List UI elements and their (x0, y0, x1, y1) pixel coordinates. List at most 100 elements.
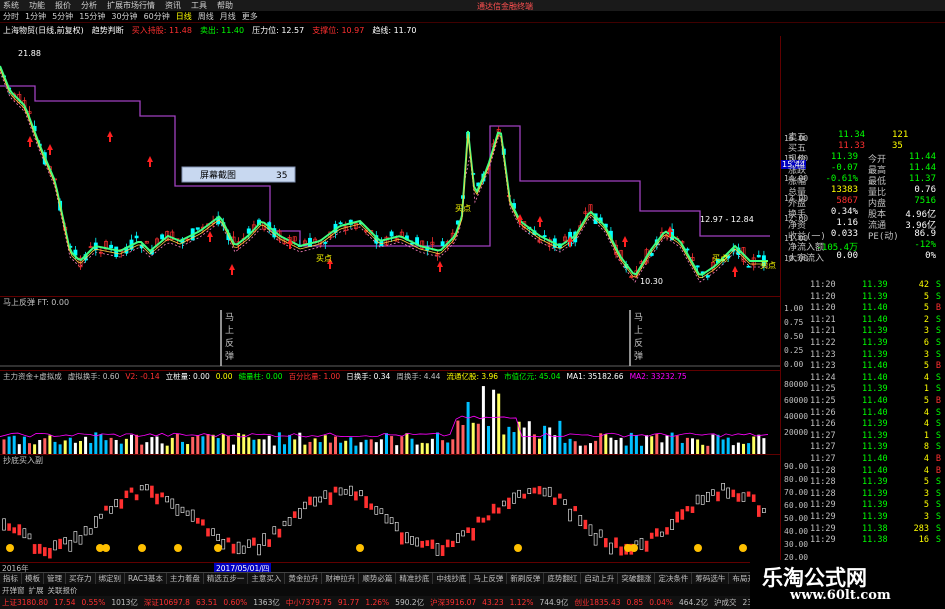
tick-time: 11:21 (810, 326, 836, 337)
indicator-tab[interactable]: 指标 (0, 573, 22, 584)
indicator-tab[interactable]: 主力着盘 (167, 573, 204, 584)
period-tab[interactable]: 日线 (176, 11, 192, 22)
volume-bar (293, 439, 297, 454)
tick-row: 11:29 11.38 283 S (780, 524, 945, 535)
oscillator-bar (450, 540, 455, 548)
volume-bar (73, 442, 77, 454)
indicator-tab[interactable]: 精选五步一 (204, 573, 249, 584)
period-tab[interactable]: 分时 (3, 11, 19, 22)
volume-bar (492, 389, 496, 454)
period-tab[interactable]: 30分钟 (111, 11, 137, 22)
volume-ma-line (0, 415, 769, 438)
indicator-tab[interactable]: 精准抄底 (396, 573, 434, 584)
period-tab[interactable]: 5分钟 (52, 11, 73, 22)
low-price-label: 10.30 (640, 277, 663, 286)
indicator-tab[interactable]: 筹码选牛 (692, 573, 730, 584)
indicator-tab[interactable]: 管理 (44, 573, 66, 584)
period-tab[interactable]: 1分钟 (25, 11, 46, 22)
volume-bar (99, 434, 103, 454)
tick-time: 11:28 (810, 465, 836, 476)
indicator-tab[interactable]: 绑定别 (96, 573, 125, 584)
volume-bar (670, 432, 674, 454)
volume-bar (344, 440, 348, 454)
date-axis: 2016年 2017/05/01/四 (0, 562, 780, 574)
oscillator-bar (37, 543, 42, 554)
oscillator-bar (705, 491, 710, 502)
volume-bar (385, 433, 388, 454)
volume-bar (48, 435, 52, 454)
indicator-tab[interactable]: 底势翻红 (544, 573, 582, 584)
sub-toolbar-item[interactable]: 开弹窗 (2, 585, 25, 596)
indicator-tab[interactable]: 马上反弹 (470, 573, 508, 584)
volume-bar (267, 435, 271, 454)
menu-item[interactable]: 报价 (55, 0, 71, 11)
oscillator-bar (292, 511, 297, 518)
indicator-tab[interactable]: 新刷反弹 (507, 573, 545, 584)
oscillator-bar (211, 528, 215, 536)
screenshot-popup[interactable]: 屏幕截图 35 (181, 166, 296, 183)
volume-chart[interactable] (0, 382, 780, 454)
volume-bar (747, 443, 751, 454)
tick-row: 11:29 11.39 3 S (780, 512, 945, 523)
oscillator-bar (762, 508, 766, 513)
tick-volume: 8 (923, 442, 929, 453)
oscillator-bar (537, 486, 542, 495)
rebound-indicator-chart[interactable]: 马上反弹 马上反弹 (0, 308, 780, 370)
tick-volume: 3 (923, 349, 929, 360)
indicator-tab[interactable]: 中线抄底 (433, 573, 471, 584)
tick-price: 11.40 (862, 396, 888, 406)
indicator-tab[interactable]: 模板 (22, 573, 44, 584)
tick-volume: 3 (923, 488, 929, 499)
stat-value: 11.44 (908, 152, 936, 162)
menu-item[interactable]: 帮助 (217, 0, 233, 11)
index-quote: 0.04% (649, 598, 674, 607)
tick-side: S (935, 442, 941, 453)
oscillator-bar (216, 533, 220, 541)
indicator-tab[interactable]: 财神拉升 (322, 573, 360, 584)
menu-item[interactable]: 分析 (81, 0, 97, 11)
period-tab[interactable]: 月线 (220, 11, 236, 22)
period-tab[interactable]: 60分钟 (144, 11, 170, 22)
menu-item[interactable]: 资讯 (165, 0, 181, 11)
bottom-fishing-chart[interactable] (0, 466, 780, 562)
oscillator-bar (568, 508, 572, 522)
tick-volume: 16 (918, 535, 929, 546)
stat-value: 86.9 (914, 229, 936, 239)
menu-item[interactable]: 工具 (191, 0, 207, 11)
volume-bar (22, 436, 26, 454)
tick-side: S (935, 430, 941, 441)
indicator-tab[interactable]: 突破翻涨 (618, 573, 656, 584)
volume-bar (232, 444, 235, 454)
volume-field: MA2: 33232.75 (629, 372, 687, 381)
indicator-tab[interactable]: 主意买入 (248, 573, 286, 584)
period-tab[interactable]: 周线 (198, 11, 214, 22)
period-tab[interactable]: 更多 (242, 11, 258, 22)
oscillator-bar (746, 491, 751, 497)
tick-row: 11:23 11.40 5 B (780, 361, 945, 372)
period-tab[interactable]: 15分钟 (79, 11, 105, 22)
indicator-tab[interactable]: 顺势必篇 (359, 573, 397, 584)
candle-body (109, 244, 114, 249)
sub-toolbar-item[interactable]: 扩展 (29, 585, 44, 596)
volume-bar (318, 442, 322, 454)
menu-item[interactable]: 功能 (29, 0, 45, 11)
sub-toolbar-item[interactable]: 关联报价 (48, 585, 78, 596)
menu-item[interactable]: 扩展市场行情 (107, 0, 155, 11)
indicator-tab[interactable]: 买存力 (66, 573, 96, 584)
indicator-tab[interactable]: 启动上升 (581, 573, 619, 584)
buy-arrow-icon (537, 216, 543, 227)
indicator-tab[interactable]: 定决条件 (655, 573, 693, 584)
volume-bar (150, 437, 154, 454)
oscillator-bar (466, 527, 470, 534)
kline-chart[interactable]: 21.8812.97 - 12.8410.30买点买点买点买点屏幕截图 35 (0, 36, 780, 296)
stat-label: 大宗流入 (788, 254, 825, 264)
volume-bar (313, 438, 317, 454)
volume-bar (328, 442, 332, 454)
volume-bar (349, 437, 353, 454)
indicator-tab[interactable]: 黄金拉升 (285, 573, 323, 584)
indicator-tab[interactable]: RAC3基本 (125, 573, 167, 584)
oscillator-bar (410, 536, 414, 545)
menu-item[interactable]: 系统 (3, 0, 19, 11)
volume-bar (201, 436, 205, 454)
oscillator-bar (583, 519, 588, 530)
